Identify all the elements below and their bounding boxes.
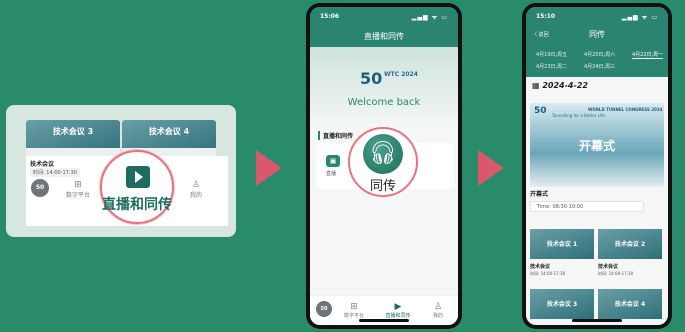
app-logo[interactable]: 50 (31, 179, 49, 197)
page-title: 同传 (589, 30, 605, 39)
section-title: 直播和同传 (318, 131, 353, 140)
session-label: 开幕式 (530, 191, 549, 198)
play-icon (126, 166, 150, 188)
meeting-time: 时间: 14:00-17:30 (530, 271, 566, 276)
session-time: Time: 08:30-10:00 (530, 201, 644, 212)
nav-label: 我的 (432, 313, 443, 319)
grid-icon: ⊞ (350, 302, 358, 312)
home-indicator (572, 319, 622, 322)
nav-me[interactable]: ♙ 我的 (423, 302, 453, 319)
page-title: 直播和同传 (364, 32, 404, 41)
live-tab-highlight[interactable]: 直播和同传 (100, 150, 174, 224)
meeting-card-4[interactable]: 技术会议 4 (598, 289, 662, 319)
user-icon: ♙ (433, 302, 443, 312)
selected-date-heading: ▦ 2024-4-22 (532, 81, 588, 90)
meeting-card-title: 技术会议 4 (148, 127, 190, 136)
phone-translation: 15:10 ▂▄▆ ᯤ ▭ 〈 返回 同传 4月19日,周五 4月20日,周六 … (522, 3, 672, 329)
nav-digital-platform[interactable]: ⊞ 数字平台 (339, 302, 369, 319)
date-tab[interactable]: 4月19日,周五 (536, 51, 567, 58)
status-time: 15:10 (536, 13, 556, 20)
status-icons: ▂▄▆ ᯤ ▭ (411, 14, 448, 21)
nav-label: 数字平台 (66, 192, 91, 199)
home-indicator (359, 319, 409, 322)
meeting-title: 技术会议 (530, 264, 551, 270)
banner-subtitle: Tunnelling for a Better Life (552, 113, 606, 118)
meeting-card-3[interactable]: 技术会议 3 (26, 120, 120, 156)
meeting-card-2[interactable]: 技术会议 2 (598, 229, 662, 259)
app-logo[interactable]: 50 (316, 301, 332, 317)
live-item-label: 直播 (326, 171, 337, 177)
wtc-logo: 50 (360, 69, 383, 88)
wtc-logo: 50 (534, 106, 547, 116)
headphones-icon: 🎧︎ (363, 134, 403, 174)
nav-me[interactable]: ♙ 我的 (190, 180, 202, 199)
meeting-time: 时间: 14:00-17:30 (30, 168, 80, 177)
calendar-icon: ▦ (532, 81, 543, 90)
nav-live[interactable]: ▶ 直播和同传 (383, 302, 413, 319)
meeting-card-title: 技术会议 3 (52, 127, 94, 136)
banner-title: WORLD TUNNEL CONGRESS 2024 (588, 107, 663, 112)
date-tab[interactable]: 4月20日,周六 (584, 51, 615, 58)
wtc-logo-text: WTC 2024 (384, 71, 418, 78)
translation-label: 同传 (369, 179, 396, 194)
phone-live: 15:06 ▂▄▆ ᯤ ▭ 直播和同传 50 WTC 2024 Welcome … (306, 3, 462, 329)
meeting-card-1[interactable]: 技术会议 1 (530, 229, 594, 259)
live-icon: ▣ (326, 155, 340, 167)
nav-label: 我的 (190, 192, 203, 199)
opening-title: 开幕式 (578, 139, 615, 153)
status-icons: ▂▄▆ ᯤ ▭ (621, 14, 658, 21)
meeting-title: 技术会议 (598, 264, 619, 270)
nav-digital-platform[interactable]: ⊞ 数字平台 (66, 180, 90, 199)
meeting-title: 技术会议 (30, 161, 55, 168)
date-tab[interactable]: 4月23日,周二 (536, 63, 567, 70)
user-icon: ♙ (191, 180, 201, 190)
flow-arrow (256, 150, 282, 186)
live-tab-label: 直播和同传 (102, 197, 172, 213)
welcome-text: Welcome back (347, 97, 421, 108)
meeting-time: 时间: 14:00-17:30 (598, 271, 634, 276)
meeting-card-3[interactable]: 技术会议 3 (530, 289, 594, 319)
bottom-nav: 50 ⊞ 数字平台 ▶ 直播和同传 ♙ 我的 (310, 295, 458, 325)
grid-icon: ⊞ (74, 180, 82, 190)
play-icon: ▶ (394, 302, 402, 312)
flow-arrow (478, 150, 504, 186)
opening-banner[interactable]: 50 WORLD TUNNEL CONGRESS 2024 Tunnelling… (530, 103, 664, 187)
status-time: 15:06 (320, 13, 340, 20)
selected-date: 2024-4-22 (542, 81, 588, 90)
date-tab-selected[interactable]: 4月22日,周一 (632, 51, 664, 59)
translation-highlight[interactable]: 🎧︎ 同传 (348, 127, 418, 197)
date-tab[interactable]: 4月24日,周三 (584, 63, 615, 70)
welcome-hero: 50 WTC 2024 Welcome back (310, 47, 458, 129)
